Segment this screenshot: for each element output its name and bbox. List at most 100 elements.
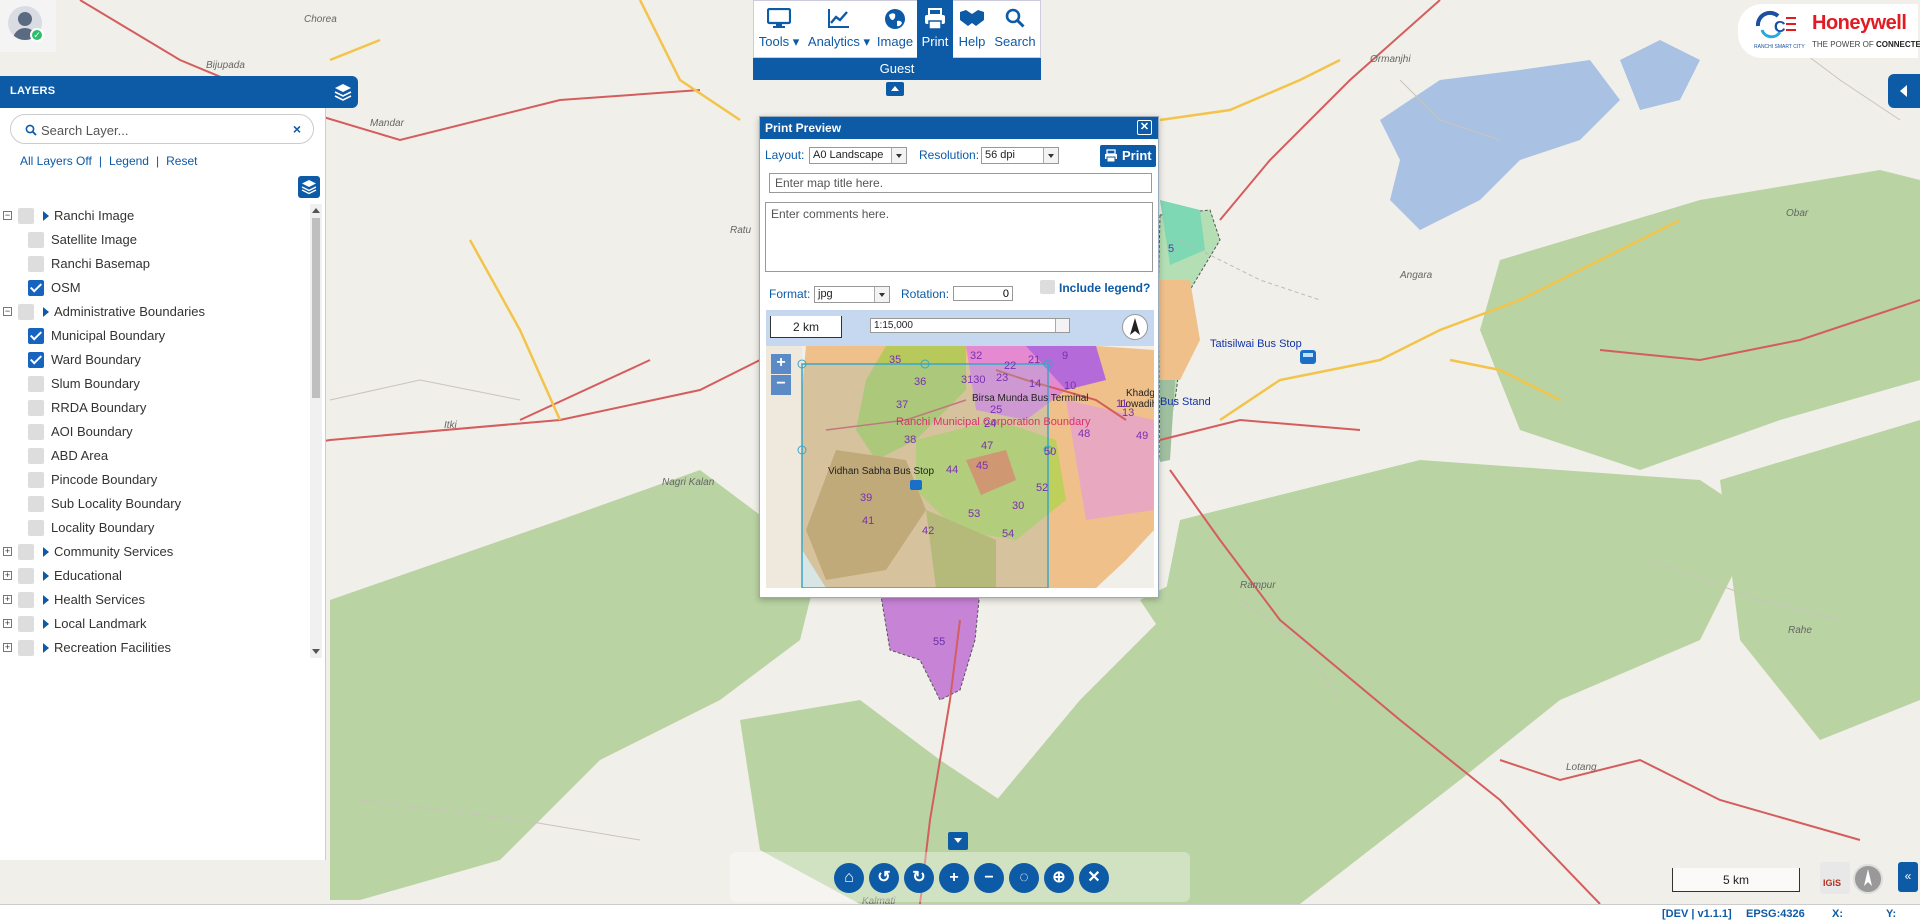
map-comments-input[interactable] (765, 202, 1153, 272)
zoom-in-button[interactable]: + (939, 863, 969, 893)
print-label: Print (921, 34, 949, 49)
layer-row[interactable]: OSM (0, 276, 316, 300)
print-button[interactable]: Print (1100, 145, 1156, 167)
format-select[interactable]: jpg (814, 286, 890, 303)
expand-toggle-icon[interactable]: + (3, 643, 12, 652)
preview-zoom-in-button[interactable]: + (771, 354, 791, 374)
resolution-label: Resolution: (919, 148, 980, 162)
layer-row[interactable]: Pincode Boundary (0, 468, 316, 492)
redo-button[interactable]: ↻ (904, 863, 934, 893)
preview-ward-number: 38 (904, 434, 917, 446)
layer-checkbox[interactable] (28, 400, 44, 416)
layer-row[interactable]: + Health Services (0, 588, 316, 612)
resolution-select[interactable]: 56 dpi (981, 147, 1059, 164)
legend-link[interactable]: Legend (109, 154, 149, 168)
layer-checkbox[interactable] (28, 472, 44, 488)
caret-right-icon[interactable] (43, 619, 49, 629)
home-button[interactable]: ⌂ (834, 863, 864, 893)
clear-button[interactable]: ✕ (1079, 863, 1109, 893)
expand-toggle-icon[interactable]: + (3, 547, 12, 556)
expand-toggle-icon[interactable]: + (3, 571, 12, 580)
caret-right-icon[interactable] (43, 571, 49, 581)
layer-row[interactable]: Municipal Boundary (0, 324, 316, 348)
layer-checkbox[interactable] (28, 256, 44, 272)
layers-stack-icon[interactable] (334, 83, 352, 101)
layer-checkbox[interactable] (28, 280, 44, 296)
undo-button[interactable]: ↺ (869, 863, 899, 893)
preview-ward-number: 32 (970, 350, 983, 362)
layer-row[interactable]: + Recreation Facilities (0, 636, 316, 660)
expand-toggle-icon[interactable]: + (3, 595, 12, 604)
layer-row[interactable]: Sub Locality Boundary (0, 492, 316, 516)
layer-row[interactable]: ABD Area (0, 444, 316, 468)
user-avatar[interactable]: ✓ (0, 0, 56, 52)
collapse-bottom-toolbar-button[interactable] (948, 832, 968, 850)
layer-checkbox[interactable] (18, 592, 34, 608)
expand-toggle-icon[interactable]: − (3, 211, 12, 220)
layer-checkbox[interactable] (18, 568, 34, 584)
caret-right-icon[interactable] (43, 211, 49, 221)
collapse-toolbar-button[interactable] (886, 82, 904, 96)
layer-row[interactable]: − Ranchi Image (0, 204, 316, 228)
hide-button[interactable]: ◌ (1009, 863, 1039, 893)
layer-checkbox[interactable] (28, 376, 44, 392)
layer-row[interactable]: + Local Landmark (0, 612, 316, 636)
layer-row[interactable]: Ward Boundary (0, 348, 316, 372)
close-icon[interactable]: ✕ (1137, 120, 1152, 135)
layer-row[interactable]: + Educational (0, 564, 316, 588)
layer-row[interactable]: RRDA Boundary (0, 396, 316, 420)
caret-right-icon[interactable] (43, 307, 49, 317)
layer-checkbox[interactable] (28, 496, 44, 512)
layer-row[interactable]: Satellite Image (0, 228, 316, 252)
layer-checkbox[interactable] (18, 640, 34, 656)
layer-settings-button[interactable] (298, 176, 320, 198)
layer-checkbox[interactable] (18, 208, 34, 224)
expand-side-icon[interactable]: « (1898, 862, 1918, 892)
preview-zoom-out-button[interactable]: − (771, 375, 791, 395)
print-preview-map[interactable]: 2 km 1:15,000 + − Ranchi Municipal Corpo… (766, 310, 1154, 588)
layer-checkbox[interactable] (18, 616, 34, 632)
layer-checkbox[interactable] (28, 352, 44, 368)
zoom-out-button[interactable]: − (974, 863, 1004, 893)
include-legend-checkbox[interactable] (1040, 280, 1055, 294)
map-title-input[interactable] (769, 173, 1152, 193)
expand-toggle-icon[interactable]: − (3, 307, 12, 316)
caret-right-icon[interactable] (43, 595, 49, 605)
layer-row[interactable]: Slum Boundary (0, 372, 316, 396)
layer-row[interactable]: Ranchi Basemap (0, 252, 316, 276)
layer-row[interactable]: AOI Boundary (0, 420, 316, 444)
compass-icon[interactable] (1853, 864, 1883, 894)
reset-link[interactable]: Reset (166, 154, 197, 168)
caret-right-icon[interactable] (43, 547, 49, 557)
layer-search-input[interactable] (41, 120, 281, 140)
layer-checkbox[interactable] (28, 232, 44, 248)
tools-menu-button[interactable]: Tools ▾ (753, 0, 805, 58)
layer-checkbox[interactable] (28, 448, 44, 464)
layer-checkbox[interactable] (28, 520, 44, 536)
rotation-input[interactable] (953, 286, 1013, 301)
search-tool-button[interactable]: Search (991, 0, 1039, 58)
caret-right-icon[interactable] (43, 643, 49, 653)
layer-row[interactable]: − Administrative Boundaries (0, 300, 316, 324)
analytics-menu-button[interactable]: Analytics ▾ (805, 0, 873, 58)
expand-toggle-icon[interactable]: + (3, 619, 12, 628)
layer-checkbox[interactable] (18, 544, 34, 560)
preview-scale-select[interactable]: 1:15,000 (870, 318, 1070, 333)
locate-button[interactable]: ⊕ (1044, 863, 1074, 893)
layer-checkbox[interactable] (28, 424, 44, 440)
layout-select[interactable]: A0 Landscape (809, 147, 907, 164)
help-button[interactable]: Help (953, 0, 991, 58)
eye-slash-icon: ◌ (1019, 869, 1029, 886)
all-layers-off-link[interactable]: All Layers Off (20, 154, 92, 168)
layer-row[interactable]: + Community Services (0, 540, 316, 564)
layer-checkbox[interactable] (18, 304, 34, 320)
layer-row[interactable]: Locality Boundary (0, 516, 316, 540)
print-tool-button[interactable]: Print (917, 0, 953, 58)
image-button[interactable]: Image (873, 0, 917, 58)
clear-search-icon[interactable]: × (293, 121, 301, 137)
layer-tree-scrollbar[interactable] (310, 204, 322, 658)
home-icon: ⌂ (844, 869, 854, 886)
right-panel-toggle-button[interactable] (1888, 74, 1920, 108)
layer-checkbox[interactable] (28, 328, 44, 344)
bus-stop-icon[interactable] (1300, 350, 1316, 364)
